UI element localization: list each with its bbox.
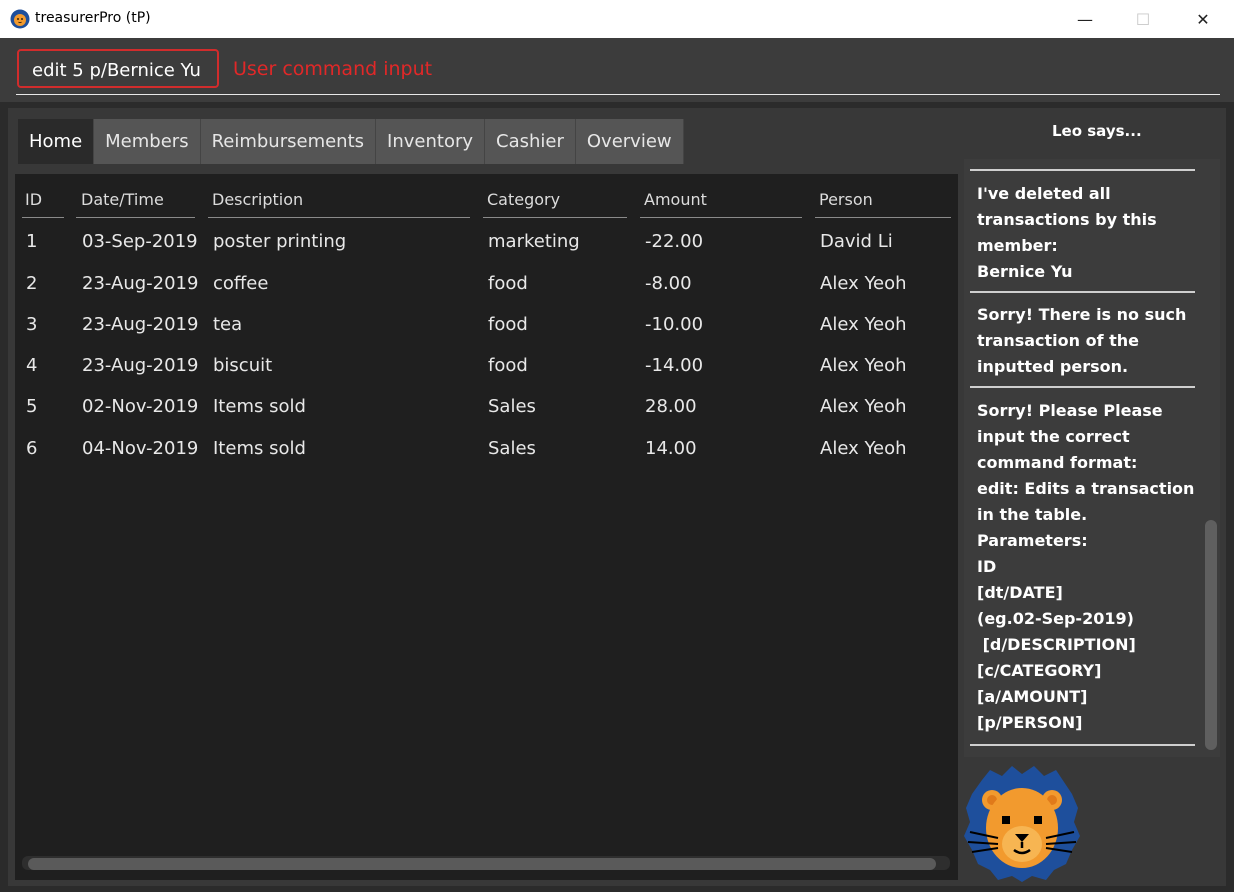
header-description[interactable]: Description	[212, 190, 303, 209]
cell-datetime: 23-Aug-2019	[82, 273, 199, 294]
command-input[interactable]: edit 5 p/Bernice Yu	[17, 49, 219, 88]
cell-description: Items sold	[213, 396, 306, 417]
tab-home[interactable]: Home	[18, 119, 95, 164]
tab-reimbursements[interactable]: Reimbursements	[200, 119, 377, 164]
cell-id: 4	[26, 355, 38, 376]
tab-overview[interactable]: Overview	[575, 119, 684, 164]
cell-person: Alex Yeoh	[820, 396, 907, 417]
horizontal-scrollbar-thumb[interactable]	[28, 858, 936, 870]
cell-description: biscuit	[213, 355, 273, 376]
cell-person: David Li	[820, 231, 893, 252]
header-divider	[640, 217, 802, 218]
cell-category: marketing	[488, 231, 580, 252]
leo-message: Sorry! There is no such transaction of t…	[977, 305, 1187, 376]
window-title: treasurerPro (tP)	[35, 10, 151, 26]
lion-app-icon	[10, 9, 30, 29]
header-divider	[208, 217, 470, 218]
cell-amount: 28.00	[645, 396, 697, 417]
header-divider	[483, 217, 627, 218]
command-annotation: User command input	[233, 58, 433, 80]
header-amount[interactable]: Amount	[644, 190, 707, 209]
cell-datetime: 03-Sep-2019	[82, 231, 198, 252]
cell-person: Alex Yeoh	[820, 314, 907, 335]
cell-id: 5	[26, 396, 38, 417]
cell-category: Sales	[488, 438, 536, 459]
cell-datetime: 04-Nov-2019	[82, 438, 199, 459]
minimize-icon: —	[1077, 9, 1093, 29]
header-person[interactable]: Person	[819, 190, 873, 209]
message-divider	[970, 744, 1195, 746]
cell-person: Alex Yeoh	[820, 355, 907, 376]
cell-person: Alex Yeoh	[820, 438, 907, 459]
cell-category: food	[488, 314, 528, 335]
message-divider	[970, 386, 1195, 388]
cell-person: Alex Yeoh	[820, 273, 907, 294]
cell-datetime: 02-Nov-2019	[82, 396, 199, 417]
cell-description: Items sold	[213, 438, 306, 459]
cell-description: tea	[213, 314, 243, 335]
cell-id: 2	[26, 273, 38, 294]
tab-cashier[interactable]: Cashier	[485, 119, 576, 164]
cell-amount: -22.00	[645, 231, 704, 252]
command-underline	[16, 94, 1220, 95]
command-area: edit 5 p/Bernice Yu User command input	[0, 38, 1234, 102]
header-category[interactable]: Category	[487, 190, 560, 209]
maximize-button[interactable]: ☐	[1120, 0, 1166, 38]
header-divider	[76, 217, 195, 218]
title-bar: treasurerPro (tP) — ☐ ✕	[0, 0, 1234, 38]
cell-id: 6	[26, 438, 38, 459]
cell-description: coffee	[213, 273, 269, 294]
tab-bar: Home Members Reimbursements Inventory Ca…	[18, 119, 684, 164]
cell-id: 1	[26, 231, 38, 252]
header-divider	[22, 217, 64, 218]
leo-message: I've deleted all transactions by this me…	[977, 184, 1157, 281]
cell-amount: -10.00	[645, 314, 704, 335]
cell-amount: -14.00	[645, 355, 704, 376]
cell-category: Sales	[488, 396, 536, 417]
header-divider	[815, 217, 951, 218]
message-divider	[970, 169, 1195, 171]
close-button[interactable]: ✕	[1180, 0, 1226, 38]
close-icon: ✕	[1196, 9, 1210, 29]
cell-category: food	[488, 355, 528, 376]
cell-description: poster printing	[213, 231, 347, 252]
minimize-button[interactable]: —	[1062, 0, 1108, 38]
lion-icon	[964, 766, 1080, 882]
cell-amount: 14.00	[645, 438, 697, 459]
header-datetime[interactable]: Date/Time	[81, 190, 164, 209]
message-divider	[970, 291, 1195, 293]
maximize-icon: ☐	[1135, 9, 1151, 29]
tab-members[interactable]: Members	[94, 119, 201, 164]
cell-amount: -8.00	[645, 273, 692, 294]
tab-inventory[interactable]: Inventory	[376, 119, 486, 164]
cell-datetime: 23-Aug-2019	[82, 355, 199, 376]
cell-id: 3	[26, 314, 38, 335]
leo-says-title: Leo says...	[1052, 122, 1142, 140]
cell-category: food	[488, 273, 528, 294]
vertical-scrollbar-thumb[interactable]	[1205, 520, 1217, 750]
leo-message: Sorry! Please Please input the correct c…	[977, 401, 1195, 732]
cell-datetime: 23-Aug-2019	[82, 314, 199, 335]
header-id[interactable]: ID	[25, 190, 42, 209]
